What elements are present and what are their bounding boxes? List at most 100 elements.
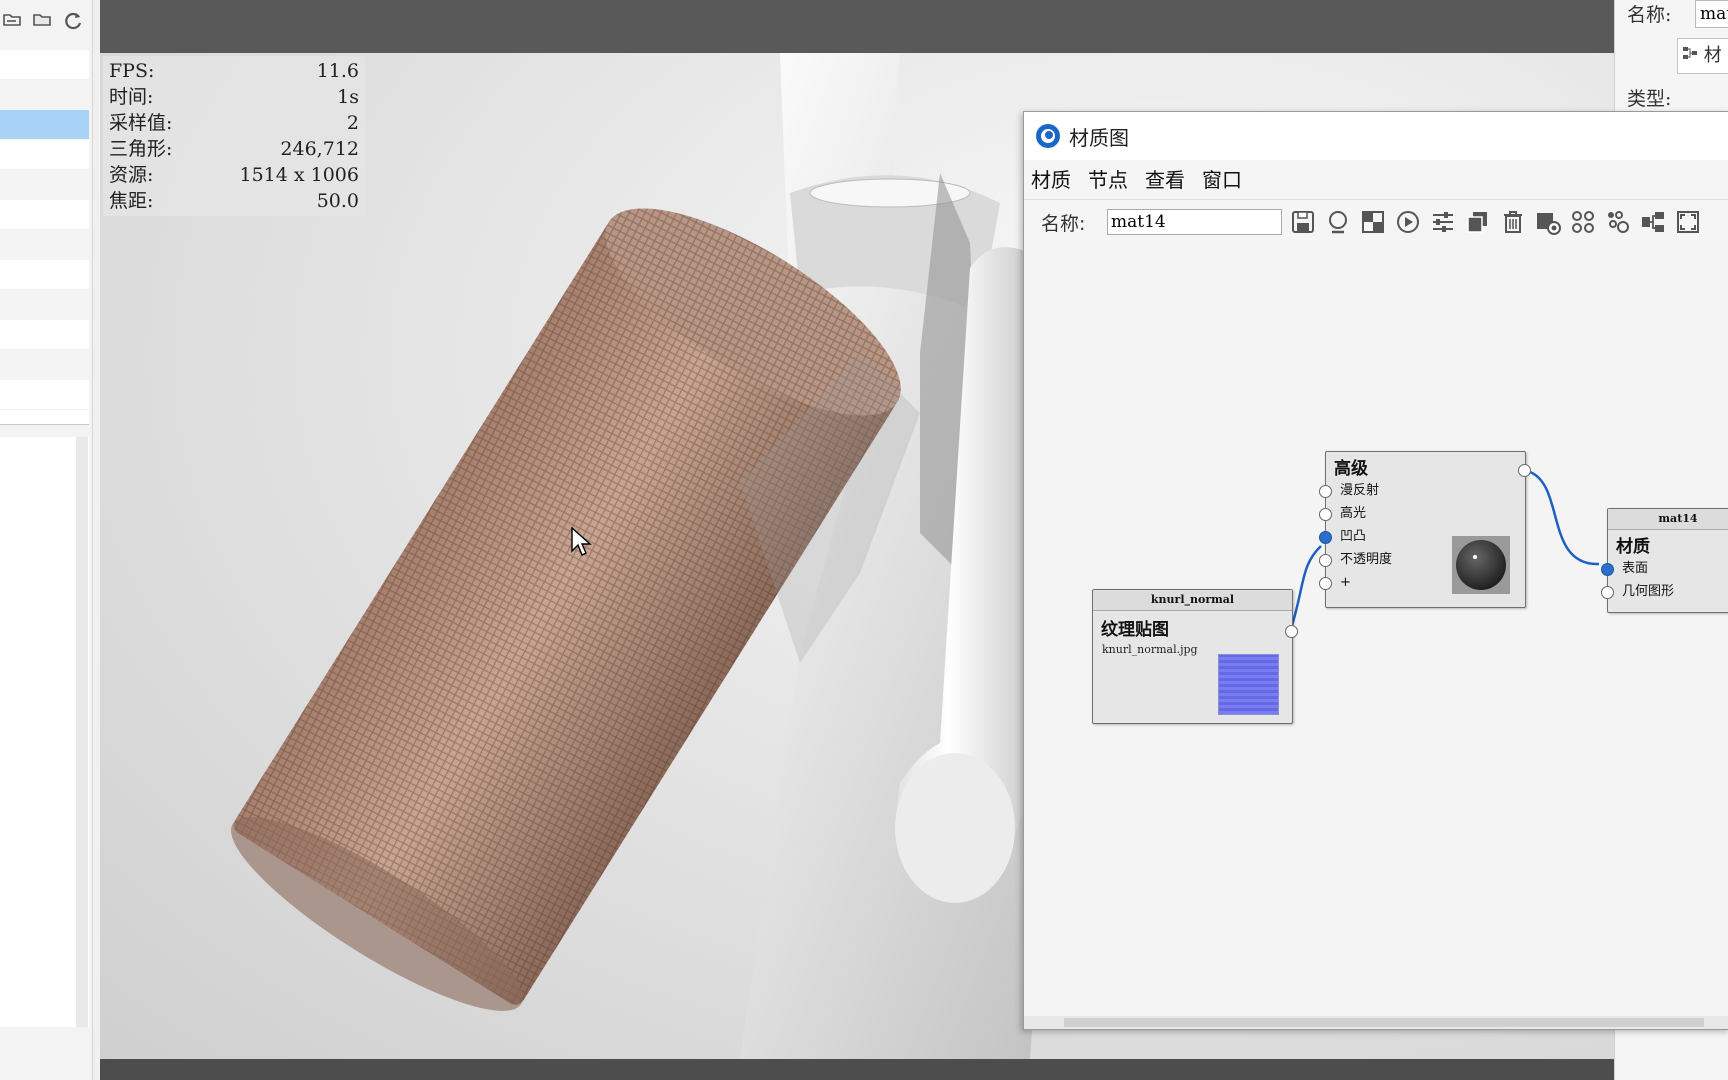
menu-node[interactable]: 节点 (1086, 164, 1130, 193)
add-node-icon[interactable] (1533, 207, 1563, 237)
port-label: 表面 (1622, 561, 1649, 576)
opacity-input-port[interactable] (1319, 554, 1332, 567)
name-label: 名称: (1627, 4, 1672, 26)
render-stats-overlay: FPS: 11.6 时间: 1s 采样值: 2 三角形: 246,712 资源: 1514… (103, 56, 365, 216)
stat-value: 246,712 (280, 138, 359, 160)
sphere-preview-icon[interactable] (1323, 207, 1353, 237)
menu-window[interactable]: 窗口 (1200, 164, 1244, 193)
material-output-node[interactable]: mat14 材质 表面 几何图形 (1601, 508, 1728, 613)
viewport-top-bar (100, 0, 1614, 53)
list-item[interactable] (0, 230, 89, 260)
window-titlebar[interactable]: 材质图 (1024, 112, 1728, 160)
fit-view-icon[interactable] (1673, 207, 1703, 237)
node-header: mat14 (1608, 509, 1728, 530)
checker-icon[interactable] (1358, 207, 1388, 237)
material-graph-window[interactable]: 材质图 材质 节点 查看 窗口 名称: mat14 knurl_normal 纹… (1023, 111, 1728, 1030)
add-input-port[interactable] (1319, 577, 1332, 590)
port-diffuse: 漫反射 (1319, 479, 1525, 502)
texture-node[interactable]: knurl_normal 纹理贴图 knurl_normal.jpg (1092, 589, 1298, 724)
bump-input-port[interactable] (1319, 531, 1332, 544)
stat-label: 焦距: (109, 190, 154, 212)
port-surface: 表面 (1601, 557, 1728, 580)
stat-value: 1s (337, 86, 359, 108)
app-logo-icon (1036, 124, 1060, 148)
viewport-bottom-bar (100, 1059, 1614, 1080)
list-item[interactable] (0, 260, 89, 290)
node-header: knurl_normal (1093, 590, 1292, 611)
list-item[interactable] (0, 170, 89, 200)
node-title: 高级 (1334, 459, 1368, 479)
stat-value: 11.6 (316, 60, 359, 82)
stat-resolution: 资源: 1514 x 1006 (109, 162, 359, 188)
port-label: 凹凸 (1340, 529, 1367, 544)
window-title: 材质图 (1069, 125, 1129, 150)
duplicate-icon[interactable] (1463, 207, 1493, 237)
port-label: 漫反射 (1340, 483, 1380, 498)
left-scrollbar[interactable] (76, 437, 88, 1027)
list-item[interactable] (0, 50, 89, 80)
port-label: 几何图形 (1622, 584, 1675, 599)
scrollbar-thumb[interactable] (1064, 1018, 1704, 1027)
menu-material[interactable]: 材质 (1029, 164, 1073, 193)
node-title: 材质 (1616, 537, 1650, 557)
normal-map-thumbnail (1218, 654, 1279, 715)
advanced-node[interactable]: 高级 漫反射 高光 凹凸 不透明度 + (1319, 451, 1531, 608)
save-icon[interactable] (1288, 207, 1318, 237)
play-icon[interactable] (1393, 207, 1423, 237)
node-group-icon[interactable] (1568, 207, 1598, 237)
type-label: 类型: (1627, 88, 1672, 110)
texture-output-port[interactable] (1285, 625, 1298, 638)
list-item-selected[interactable] (0, 110, 89, 140)
stat-value: 50.0 (316, 190, 359, 212)
list-item[interactable] (0, 380, 89, 410)
specular-input-port[interactable] (1319, 508, 1332, 521)
list-item[interactable] (0, 140, 89, 170)
list-item[interactable] (0, 290, 89, 320)
port-specular: 高光 (1319, 502, 1525, 525)
port-label: 高光 (1340, 506, 1367, 521)
stat-label: 三角形: (109, 138, 173, 160)
diffuse-input-port[interactable] (1319, 485, 1332, 498)
mouse-cursor-icon (571, 527, 592, 556)
layout-icon[interactable] (1638, 207, 1668, 237)
delete-icon[interactable] (1498, 207, 1528, 237)
geometry-input-port[interactable] (1601, 586, 1614, 599)
material-name-input[interactable]: mat14 (1107, 209, 1282, 235)
stat-triangles: 三角形: 246,712 (109, 136, 359, 162)
menu-view[interactable]: 查看 (1143, 164, 1187, 193)
folder-icon[interactable] (32, 9, 52, 29)
sliders-icon[interactable] (1428, 207, 1458, 237)
list-item[interactable] (0, 200, 89, 230)
open-folder-icon[interactable] (2, 9, 22, 29)
list-item[interactable] (0, 320, 89, 350)
node-title: 纹理贴图 (1101, 620, 1169, 640)
stat-label: 时间: (109, 86, 154, 108)
port-geometry: 几何图形 (1601, 580, 1728, 603)
node-graph-canvas[interactable]: knurl_normal 纹理贴图 knurl_normal.jpg 高级 漫反… (1025, 246, 1728, 1016)
stat-samples: 采样值: 2 (109, 110, 359, 136)
stat-value: 2 (346, 112, 359, 134)
advanced-output-port[interactable] (1518, 464, 1531, 477)
scene-tree-list[interactable] (0, 50, 89, 425)
material-button[interactable]: 材 (1677, 38, 1728, 74)
name-field[interactable]: mat (1695, 0, 1728, 28)
stat-value: 1514 x 1006 (239, 164, 359, 186)
stat-label: 资源: (109, 164, 154, 186)
node-graph-icon (1682, 39, 1698, 73)
stat-label: FPS: (109, 60, 155, 82)
refresh-icon[interactable] (62, 9, 82, 30)
material-button-label: 材 (1703, 45, 1722, 66)
list-item[interactable] (0, 350, 89, 380)
port-label: 不透明度 (1340, 552, 1393, 567)
surface-input-port[interactable] (1601, 563, 1614, 576)
left-panel (0, 0, 93, 1080)
graph-horizontal-scrollbar[interactable] (1024, 1016, 1728, 1029)
port-label: + (1340, 575, 1351, 590)
name-label: 名称: (1041, 212, 1086, 235)
stat-label: 采样值: (109, 112, 173, 134)
material-sphere-preview (1452, 536, 1510, 594)
list-item[interactable] (0, 80, 89, 110)
menu-bar: 材质 节点 查看 窗口 (1024, 160, 1728, 196)
graph-toolbar: 名称: mat14 (1024, 199, 1728, 244)
node-arrange-icon[interactable] (1603, 207, 1633, 237)
